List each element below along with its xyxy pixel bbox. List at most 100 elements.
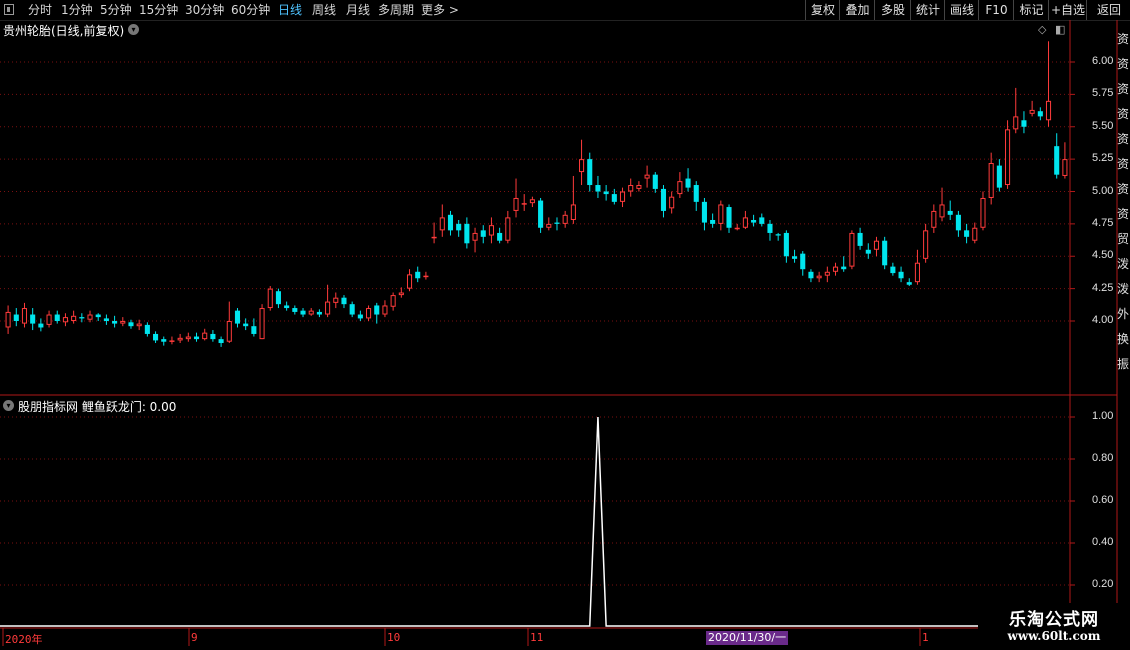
watermark-logo: 乐淘公式网 www.60lt.com <box>978 603 1130 650</box>
candle-body <box>38 323 44 328</box>
candle-body <box>1021 120 1027 127</box>
candle-body <box>964 230 970 237</box>
candle-body <box>144 324 150 334</box>
candle-body <box>406 274 413 289</box>
candle-body <box>185 336 191 340</box>
candle-body <box>669 196 675 209</box>
candlestick-chart[interactable] <box>0 0 1130 650</box>
crosshair-date-label: 2020/11/30/一 <box>706 631 789 645</box>
candle-body <box>538 200 544 228</box>
candle-body <box>316 311 322 315</box>
candle-body <box>218 339 224 344</box>
candle-body <box>1013 116 1019 130</box>
candle-body <box>562 214 568 224</box>
candle-body <box>824 271 830 276</box>
candle-body <box>95 314 101 318</box>
candle-body <box>800 253 806 270</box>
x-tick-label: 1 <box>922 631 929 644</box>
candle-body <box>30 314 36 324</box>
candle-body <box>832 266 839 272</box>
candle-body <box>759 217 765 224</box>
info-strip-char: 泼 <box>1117 282 1130 296</box>
candle-body <box>1029 109 1035 114</box>
candle-body <box>275 291 281 305</box>
indicator-y-tick-label: 0.40 <box>1092 536 1114 548</box>
watermark-url: www.60lt.com <box>1007 629 1101 643</box>
candle-body <box>660 188 667 211</box>
candle-body <box>1054 146 1060 175</box>
y-tick-label: 5.50 <box>1092 119 1114 132</box>
watermark-main: 乐淘公式网 <box>1009 610 1099 630</box>
candle-body <box>783 232 789 257</box>
candle-body <box>898 271 904 279</box>
candle-body <box>488 225 494 236</box>
candle-body <box>554 222 560 224</box>
candle-body <box>447 214 454 231</box>
info-strip-char: 泼 <box>1117 257 1130 271</box>
candle-body <box>1045 100 1052 121</box>
candle-body <box>906 282 912 285</box>
candle-body <box>431 236 437 239</box>
candle-body <box>849 232 855 267</box>
candle-body <box>62 317 68 323</box>
candle-body <box>792 256 798 259</box>
candle-body <box>357 314 363 319</box>
candle-body <box>603 191 609 195</box>
y-tick-label: 4.00 <box>1092 314 1114 326</box>
info-strip-char: 资 <box>1117 82 1130 96</box>
candle-body <box>611 194 617 202</box>
candle-body <box>300 310 306 315</box>
candle-body <box>128 322 134 327</box>
candle-body <box>243 323 249 327</box>
candle-body <box>161 339 167 342</box>
candle-body <box>153 333 159 341</box>
candle-body <box>693 185 699 202</box>
candle-body <box>210 333 216 340</box>
candle-body <box>423 275 429 278</box>
candle-body <box>939 204 945 218</box>
y-tick-label: 5.00 <box>1092 184 1114 197</box>
candle-body <box>652 174 658 189</box>
candle-body <box>497 232 503 241</box>
info-strip-char: 换 <box>1117 332 1130 346</box>
y-tick-label: 6.00 <box>1092 55 1114 67</box>
candle-body <box>718 204 724 224</box>
candle-body <box>685 178 691 188</box>
y-tick-label: 4.50 <box>1092 249 1114 262</box>
candle-body <box>742 217 748 228</box>
candle-body <box>5 311 11 328</box>
candle-body <box>341 297 347 305</box>
candle-body <box>292 308 298 312</box>
y-tick-label: 5.25 <box>1092 152 1114 165</box>
candle-body <box>775 234 781 236</box>
x-tick-label: 10 <box>387 631 401 644</box>
candle-body <box>816 275 822 279</box>
candle-body <box>259 308 265 340</box>
info-strip-char: 振 <box>1117 357 1130 371</box>
candle-body <box>112 321 118 324</box>
candle-body <box>333 297 339 303</box>
y-tick-label: 4.75 <box>1092 216 1114 229</box>
y-tick-label: 4.25 <box>1092 281 1114 294</box>
candle-body <box>71 315 77 322</box>
candle-body <box>513 197 519 211</box>
candle-body <box>1062 159 1068 176</box>
candle-body <box>873 240 880 250</box>
x-tick-label: 2020年 <box>5 633 43 646</box>
candle-body <box>767 223 773 233</box>
candle-body <box>398 292 404 296</box>
candle-body <box>21 308 28 324</box>
candle-body <box>841 266 847 270</box>
candle-body <box>546 223 552 228</box>
candle-body <box>349 304 355 315</box>
candle-body <box>947 210 953 215</box>
candle-body <box>914 262 920 283</box>
candle-body <box>628 185 634 192</box>
info-strip: 资资资资资资资资贸泼泼外换振 <box>1117 22 1130 626</box>
candle-body <box>46 314 52 325</box>
candle-body <box>521 203 527 205</box>
candle-body <box>996 165 1002 188</box>
candle-body <box>366 308 372 319</box>
candle-body <box>701 201 707 223</box>
candle-body <box>464 223 470 244</box>
